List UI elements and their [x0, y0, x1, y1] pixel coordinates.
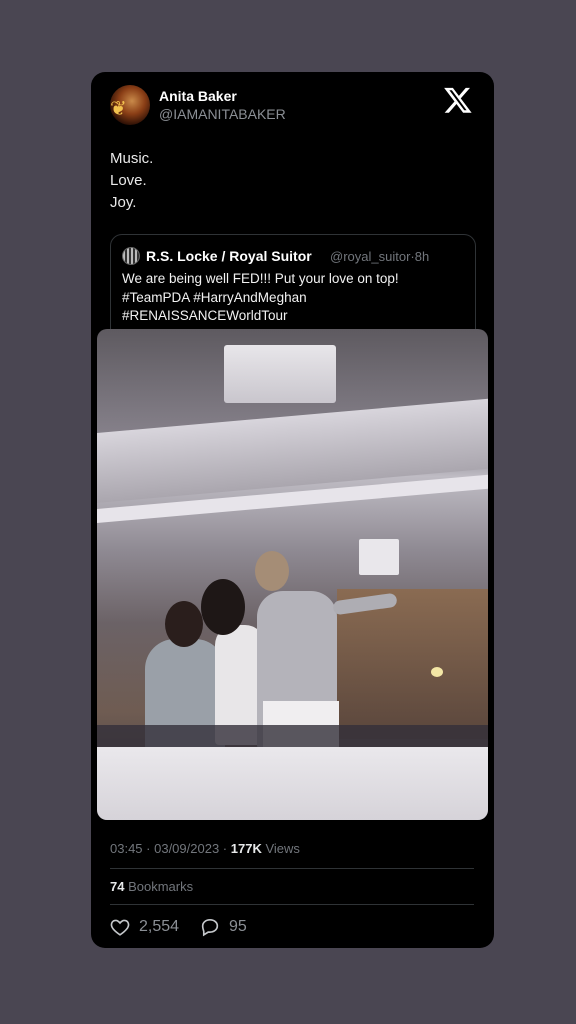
balcony-rail	[97, 747, 488, 820]
like-button[interactable]: 2,554	[109, 916, 179, 938]
reply-count: 95	[229, 918, 247, 935]
tweet-body-line: Music.	[110, 150, 154, 167]
bookmarks-count: 74	[110, 879, 125, 894]
quoted-text-line: We are being well FED!!! Put your love o…	[122, 271, 399, 286]
tweet-time: 03:45	[110, 841, 143, 856]
x-logo-icon[interactable]	[443, 85, 473, 115]
quoted-author-avatar	[122, 247, 140, 265]
quoted-tweet-time: 8h	[414, 249, 430, 264]
bookmarks-label: Bookmarks	[128, 879, 194, 894]
ceiling-projector	[224, 345, 336, 403]
wall-speaker	[359, 539, 399, 575]
bookmarks-stat[interactable]: 74 Bookmarks	[110, 879, 193, 894]
author-avatar[interactable]: ❦	[110, 85, 150, 125]
suite-seats	[97, 725, 488, 749]
avatar-decoration-icon: ❦	[110, 98, 127, 120]
views-count: 177K	[230, 841, 262, 856]
author-name[interactable]: Anita Baker	[159, 88, 237, 104]
heart-icon	[110, 919, 130, 936]
tweet-timestamp: 03:45 · 03/09/2023 · 177K Views	[110, 841, 300, 856]
quoted-text-line: #TeamPDA #HarryAndMeghan	[122, 290, 307, 305]
quoted-author-meta: @royal_suitor·8h	[330, 249, 430, 264]
tweet-card: ❦ Anita Baker @IAMANITABAKER Music. Love…	[91, 72, 494, 948]
quoted-video[interactable]	[97, 329, 488, 820]
quoted-author-name: R.S. Locke / Royal Suitor	[146, 248, 312, 264]
tweet-date[interactable]: 03/09/2023	[154, 841, 219, 856]
like-count: 2,554	[139, 918, 180, 935]
quoted-author-handle: @royal_suitor	[330, 249, 411, 264]
quoted-text-line: #RENAISSANCEWorldTour	[122, 308, 288, 323]
author-handle[interactable]: @IAMANITABAKER	[159, 106, 286, 122]
tweet-body-line: Joy.	[110, 194, 137, 211]
tweet-body-line: Love.	[110, 172, 147, 189]
wall-light	[431, 667, 443, 677]
divider	[110, 868, 474, 869]
comment-icon	[201, 919, 219, 937]
divider	[110, 904, 474, 905]
reply-button[interactable]: 95	[199, 916, 247, 938]
views-label: Views	[265, 841, 300, 856]
person-2-head	[201, 579, 245, 635]
person-1-head	[165, 601, 203, 647]
person-3-head	[255, 551, 289, 591]
